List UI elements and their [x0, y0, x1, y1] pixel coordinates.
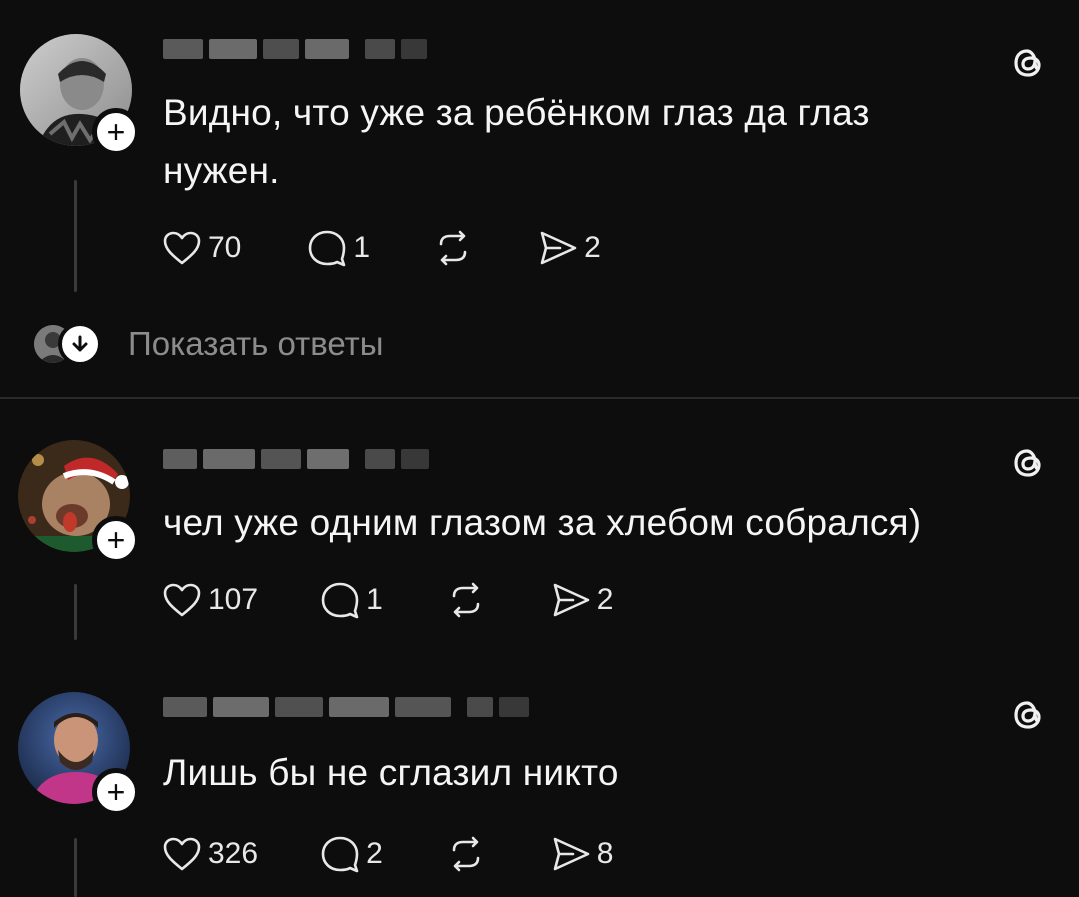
- share-button[interactable]: 8: [551, 835, 614, 873]
- repost-button[interactable]: [445, 581, 487, 619]
- reply-button[interactable]: 1: [320, 581, 383, 619]
- username-blurred: [163, 696, 529, 718]
- post-text-line: Лишь бы не сглазил никто: [163, 752, 619, 793]
- show-replies-label: Показать ответы: [128, 325, 384, 362]
- reply-button[interactable]: 1: [307, 229, 370, 267]
- reply-count: 1: [366, 583, 383, 616]
- like-button[interactable]: 70: [162, 230, 241, 266]
- repost-icon: [439, 230, 467, 266]
- plus-icon: +: [106, 774, 126, 810]
- username-blurred: [163, 38, 427, 60]
- threads-logo-icon[interactable]: [1008, 694, 1048, 734]
- share-count: 2: [596, 583, 614, 616]
- share-count: 2: [584, 231, 601, 264]
- comment-icon: [309, 230, 346, 267]
- post-text: Видно, что уже за ребёнком глаз да глаз …: [163, 84, 870, 200]
- like-count: 70: [208, 231, 242, 264]
- heart-icon: [163, 231, 201, 265]
- send-icon: [553, 837, 590, 871]
- post-2: + чел уже одним глазом за хлебом собралс…: [0, 400, 1079, 650]
- action-bar: 326 2 8: [162, 834, 613, 874]
- post-text-line: нужен.: [163, 150, 280, 191]
- thread-line: [74, 584, 77, 640]
- reply-count: 1: [353, 231, 371, 264]
- plus-icon: +: [106, 522, 126, 558]
- thread-line: [74, 180, 77, 292]
- divider: [0, 397, 1079, 399]
- repost-button[interactable]: [432, 229, 474, 267]
- plus-icon: +: [106, 114, 126, 150]
- repost-icon: [452, 582, 480, 618]
- reply-count: 2: [366, 837, 383, 870]
- thread-line: [74, 838, 77, 897]
- post-text: Лишь бы не сглазил никто: [163, 744, 619, 802]
- share-button[interactable]: 2: [538, 229, 601, 267]
- like-count: 107: [208, 583, 259, 616]
- like-button[interactable]: 107: [162, 582, 258, 618]
- share-count: 8: [596, 837, 614, 870]
- comment-icon: [321, 582, 359, 619]
- follow-button[interactable]: +: [92, 516, 140, 564]
- follow-button[interactable]: +: [92, 768, 140, 816]
- like-button[interactable]: 326: [162, 836, 258, 872]
- post-text-line: чел уже одним глазом за хлебом собрался): [163, 502, 922, 543]
- post-text-line: Видно, что уже за ребёнком глаз да глаз: [163, 92, 870, 133]
- threads-logo-icon[interactable]: [1008, 442, 1048, 482]
- post-text: чел уже одним глазом за хлебом собрался): [163, 494, 921, 552]
- show-replies-button[interactable]: Показать ответы: [34, 322, 383, 366]
- follow-button[interactable]: +: [92, 108, 140, 156]
- comment-icon: [321, 836, 359, 873]
- reply-button[interactable]: 2: [320, 835, 383, 873]
- send-icon: [540, 231, 577, 265]
- repost-button[interactable]: [445, 835, 487, 873]
- like-count: 326: [208, 837, 259, 870]
- heart-icon: [163, 583, 201, 617]
- expand-badge: [58, 322, 102, 366]
- arrow-down-icon: [72, 335, 88, 352]
- action-bar: 107 1 2: [162, 580, 613, 620]
- share-button[interactable]: 2: [551, 581, 614, 619]
- send-icon: [553, 583, 590, 617]
- username-blurred: [163, 448, 429, 470]
- action-bar: 70 1 2: [162, 228, 601, 268]
- repost-icon: [452, 836, 480, 872]
- heart-icon: [163, 837, 201, 871]
- threads-logo-icon[interactable]: [1008, 42, 1048, 82]
- post-3: + Лишь бы не сглазил никто 326 2 8: [0, 650, 1079, 897]
